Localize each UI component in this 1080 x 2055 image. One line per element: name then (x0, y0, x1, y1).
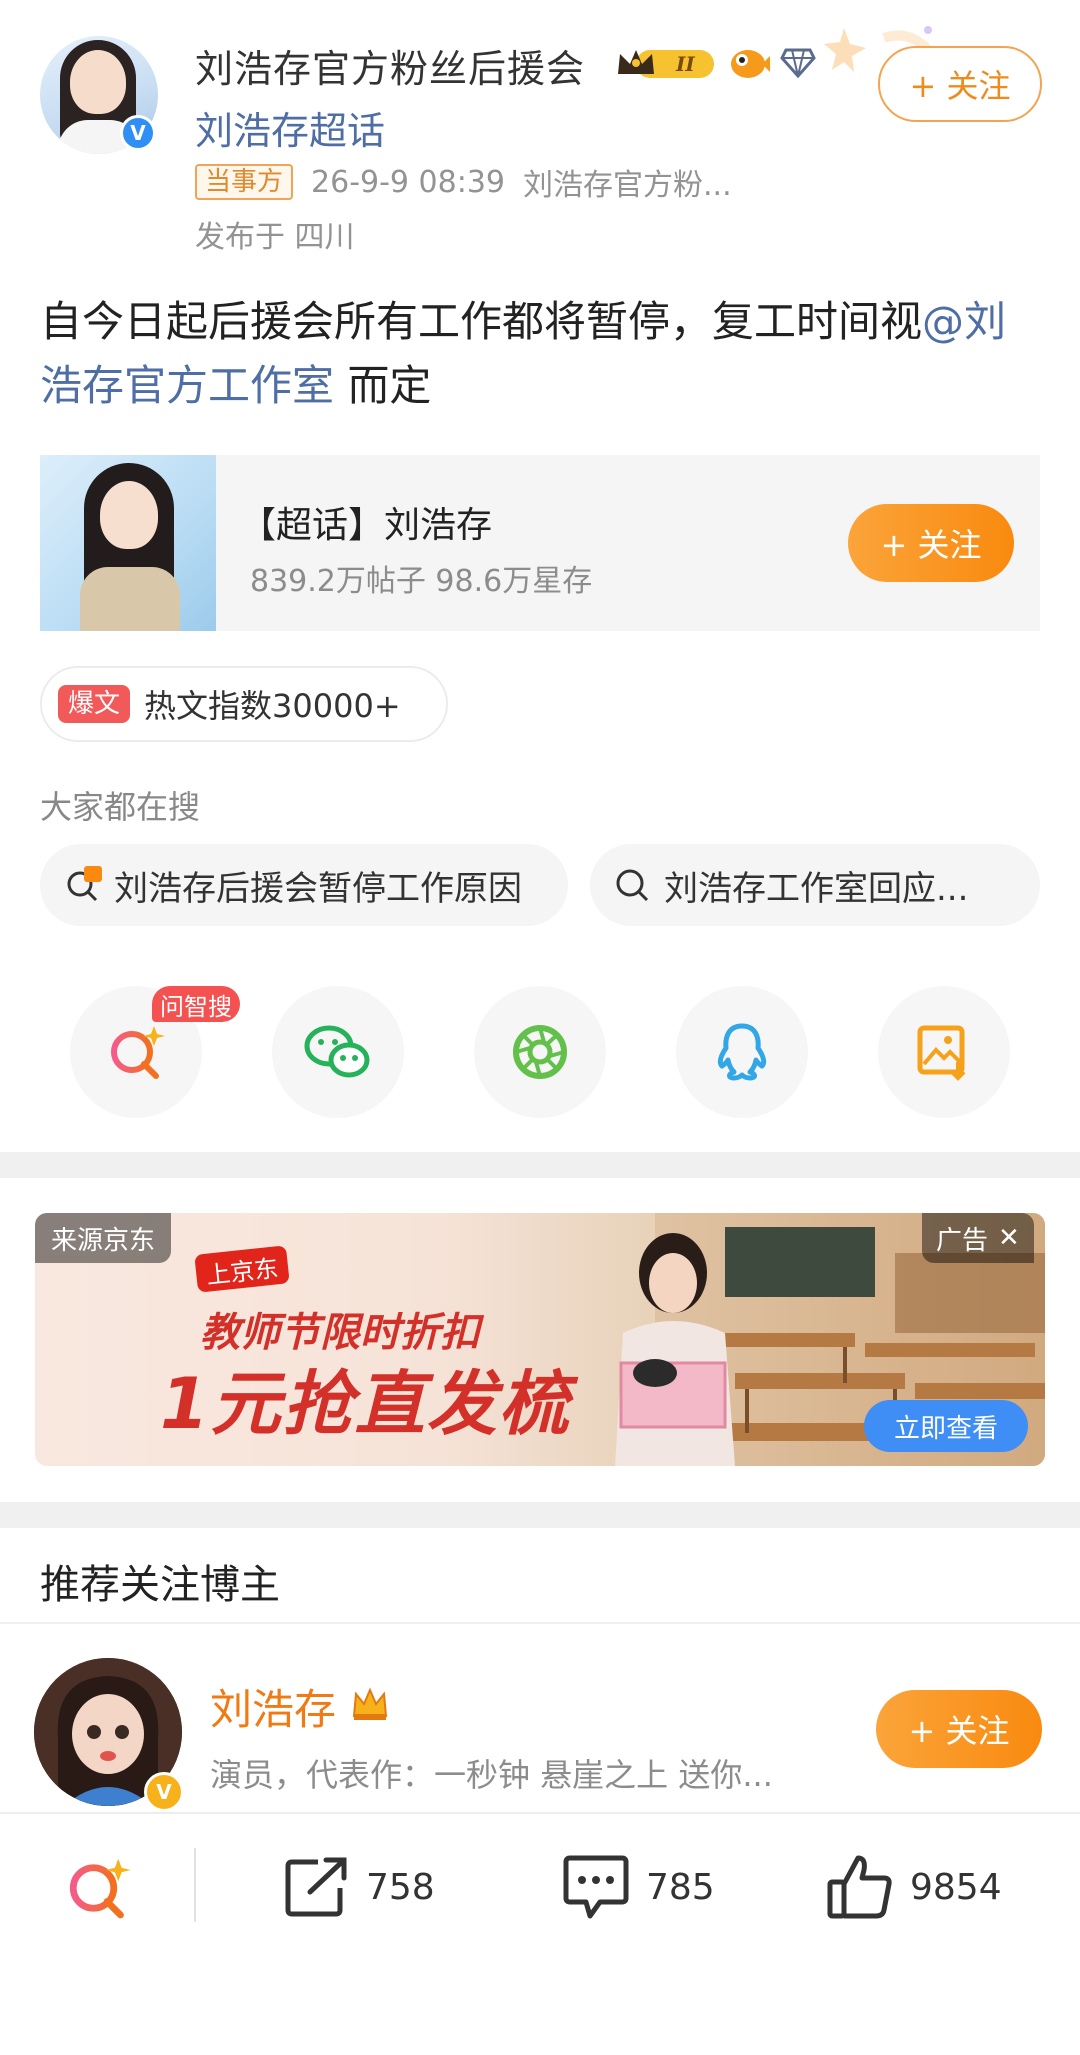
save-image-button[interactable] (878, 986, 1010, 1118)
qq-icon (717, 1023, 767, 1081)
official-tag: 当事方 (195, 164, 294, 200)
svg-text:II: II (675, 52, 695, 76)
hot-index-pill[interactable]: 爆文 热文指数30000+ (40, 666, 448, 742)
ask-search-badge: 问智搜 (152, 986, 240, 1022)
ad-source-label: 来源京东 (35, 1213, 172, 1263)
search-suggestion[interactable]: 刘浩存后援会暂停工作原因 (40, 844, 568, 926)
fan-level-crown-icon: II (618, 50, 714, 78)
wechat-icon (304, 1025, 370, 1078)
bottom-bar-divider (0, 1812, 1080, 1814)
save-image-icon (917, 1025, 966, 1081)
moments-icon (513, 1025, 567, 1079)
recommend-title: 推荐关注博主 (40, 1562, 280, 1608)
ask-search-icon (111, 1026, 165, 1079)
search-section-title: 大家都在搜 (40, 788, 201, 826)
like-button[interactable]: 9854 (824, 1852, 1002, 1922)
follow-author-button[interactable]: + 关注 (878, 46, 1042, 122)
comment-count: 785 (646, 1866, 715, 1908)
search-suggestion-label: 刘浩存后援会暂停工作原因 (114, 868, 522, 909)
hot-search-icon (67, 866, 102, 902)
post-location: 发布于 四川 (195, 220, 355, 255)
gold-verified-badge-icon: V (144, 1772, 184, 1812)
repost-count: 758 (366, 1866, 435, 1908)
bottom-bar-separator (194, 1848, 196, 1922)
ad-close-icon[interactable]: ✕ (998, 1223, 1020, 1253)
recommend-name[interactable]: 刘浩存 (210, 1676, 336, 1737)
post-meta: 当事方 26-9-9 08:39 刘浩存官方粉... (195, 160, 750, 204)
ask-search-icon (69, 1858, 131, 1919)
comment-icon (563, 1855, 629, 1919)
like-count: 9854 (910, 1866, 1002, 1908)
section-divider (0, 1502, 1080, 1528)
post-source[interactable]: 刘浩存官方粉... (523, 160, 732, 204)
share-wechat-button[interactable] (272, 986, 404, 1118)
share-qq-button[interactable] (676, 986, 808, 1118)
super-topic-stats: 839.2万帖子 98.6万星存 (250, 564, 593, 599)
repost-button[interactable]: 758 (282, 1852, 435, 1922)
section-divider (0, 1152, 1080, 1178)
verified-badge-icon: V (120, 115, 156, 151)
thumbs-up-icon (827, 1855, 892, 1919)
search-suggestion-label: 刘浩存工作室回应... (664, 868, 969, 909)
follow-recommend-button[interactable]: + 关注 (876, 1690, 1042, 1768)
ad-cta-button[interactable]: 立即查看 (864, 1400, 1028, 1452)
post-text: 自今日起后援会所有工作都将暂停，复工时间视@刘浩存官方工作室 而定 (40, 290, 1040, 418)
post-text-after: 而定 (334, 361, 432, 410)
ad-label[interactable]: 广告 ✕ (922, 1213, 1034, 1263)
ad-label-text: 广告 (936, 1225, 989, 1256)
recommend-divider (0, 1622, 1080, 1624)
search-icon (616, 869, 649, 902)
hot-index-text: 热文指数30000+ (144, 687, 401, 725)
super-topic-name: 【超话】刘浩存 (240, 505, 493, 546)
fish-badge-icon (731, 50, 770, 78)
ad-promo: 1元抢直发梳 (160, 1363, 571, 1445)
hot-tag: 爆文 (58, 685, 131, 723)
diamond-badge-icon (780, 48, 816, 79)
author-name[interactable]: 刘浩存官方粉丝后援会 (195, 38, 585, 93)
comment-button[interactable]: 785 (560, 1852, 715, 1922)
bottom-ask-search-button[interactable] (62, 1852, 134, 1928)
recommend-desc: 演员，代表作：一秒钟 悬崖之上 送你... (210, 1756, 773, 1794)
share-moments-button[interactable] (474, 986, 606, 1118)
post-time: 26-9-9 08:39 (311, 164, 506, 200)
repost-icon (285, 1857, 347, 1917)
super-topic-thumbnail (40, 455, 216, 631)
search-suggestion[interactable]: 刘浩存工作室回应... (590, 844, 1040, 926)
follow-topic-button[interactable]: + 关注 (848, 504, 1014, 582)
crown-icon (352, 1687, 388, 1720)
post-text-before: 自今日起后援会所有工作都将暂停，复工时间视 (40, 297, 923, 346)
super-topic-link[interactable]: 刘浩存超话 (195, 100, 385, 155)
